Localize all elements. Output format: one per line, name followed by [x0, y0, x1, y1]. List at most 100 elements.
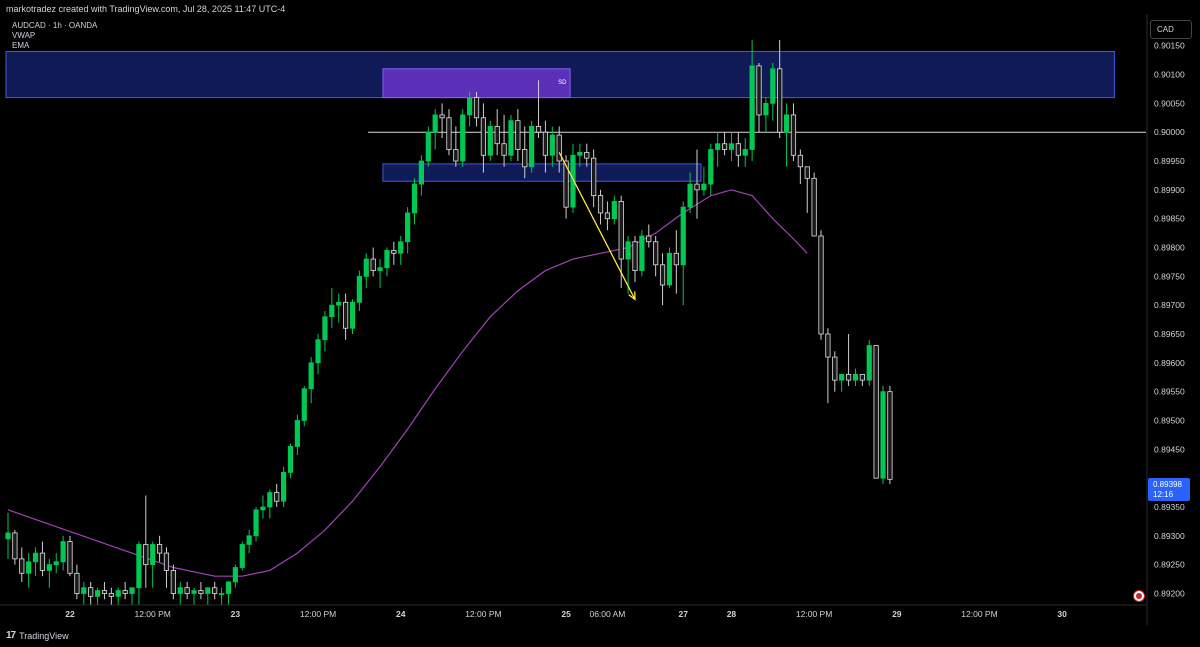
canada-flag-icon[interactable] [1133, 590, 1145, 602]
candle-body [453, 149, 459, 162]
candle-body [260, 506, 266, 511]
candle [411, 178, 418, 225]
candle-body [198, 590, 204, 594]
candle-body [363, 258, 369, 277]
candle [501, 114, 507, 167]
candle-body [39, 552, 46, 571]
candle [659, 253, 666, 306]
candle-body [604, 212, 611, 220]
candle [274, 483, 280, 507]
candle-body [432, 114, 438, 133]
price-tick: 0.89300 [1154, 531, 1185, 541]
candle-body [81, 587, 87, 594]
candle-body [742, 149, 748, 156]
candle [67, 535, 73, 577]
candles-layer [5, 39, 893, 605]
candle [515, 109, 521, 162]
candle [584, 143, 590, 167]
price-tick: 0.89350 [1154, 502, 1185, 512]
price-tick: 0.90100 [1154, 70, 1185, 80]
time-tick: 29 [892, 609, 902, 619]
candle-body [618, 200, 624, 260]
footer-brand-label: TradingView [19, 630, 69, 641]
price-tick: 0.89700 [1154, 300, 1185, 310]
currency-selector[interactable]: CAD [1150, 20, 1192, 39]
candle [163, 547, 170, 588]
candle [46, 558, 52, 588]
candle-body [653, 241, 659, 266]
candle-body [46, 564, 52, 571]
candle-body [811, 177, 817, 237]
tradingview-logo-icon: 17 [6, 630, 16, 641]
candle [673, 230, 679, 294]
candle-body [425, 131, 431, 162]
candle-body [446, 117, 452, 150]
candle [845, 334, 852, 386]
candle [694, 149, 700, 219]
candle-body [859, 373, 865, 381]
candle [136, 541, 142, 605]
current-price-tag: 0.89398 12:16 [1148, 478, 1190, 501]
candle [811, 172, 817, 237]
candle-body [212, 587, 218, 594]
candle-body [170, 570, 176, 594]
candle [852, 368, 859, 386]
candle [873, 345, 879, 479]
candle [356, 270, 362, 311]
candle [735, 132, 741, 167]
candle [315, 334, 321, 375]
time-tick: 12:00 PM [134, 609, 170, 619]
candle [156, 535, 163, 562]
candle-countdown: 12:16 [1153, 490, 1174, 499]
candle-body [287, 446, 294, 473]
price-tick: 0.89250 [1154, 560, 1185, 570]
candle [253, 506, 259, 542]
time-tick: 30 [1057, 609, 1067, 619]
candle-body [143, 544, 149, 566]
footer-brand[interactable]: 17 TradingView [6, 630, 69, 641]
candle [349, 299, 356, 335]
time-tick: 06:00 AM [589, 609, 625, 619]
candle-body [701, 183, 707, 191]
price-tick: 0.89650 [1154, 329, 1185, 339]
candle [391, 241, 397, 265]
candle [577, 143, 583, 167]
candle-body [336, 301, 342, 306]
candle [370, 247, 376, 277]
candle [129, 587, 135, 605]
candle-body [253, 509, 259, 537]
candle [797, 149, 803, 185]
candle [680, 201, 686, 306]
candle [880, 385, 886, 484]
time-tick: 27 [678, 609, 688, 619]
candle [122, 581, 128, 600]
candle-body [26, 561, 32, 574]
candle [287, 443, 294, 479]
candle-body [398, 241, 404, 254]
price-chart[interactable]: SD 0.901500.901000.900500.900000.899500.… [0, 0, 1200, 647]
price-tick: 0.89200 [1154, 588, 1185, 598]
candle-body [777, 68, 783, 133]
candle-body [632, 241, 638, 271]
candle-body [845, 373, 852, 381]
candle-body [322, 316, 328, 341]
candle-body [866, 345, 872, 381]
candle [108, 587, 114, 605]
candle-body [460, 114, 466, 162]
candle-body [108, 593, 114, 597]
candle-body [301, 388, 307, 421]
zone-label-sd: SD [558, 80, 567, 86]
candle-body [315, 339, 321, 364]
candle [294, 414, 300, 456]
candle [783, 103, 790, 167]
time-tick: 28 [727, 609, 737, 619]
candle [115, 587, 121, 605]
candle-body [370, 258, 376, 271]
time-tick: 25 [561, 609, 571, 619]
candle [377, 259, 383, 288]
candle-body [32, 552, 39, 563]
candle [653, 235, 659, 277]
candle-body [597, 195, 604, 214]
candle-body [832, 356, 838, 381]
candle-body [556, 134, 562, 162]
